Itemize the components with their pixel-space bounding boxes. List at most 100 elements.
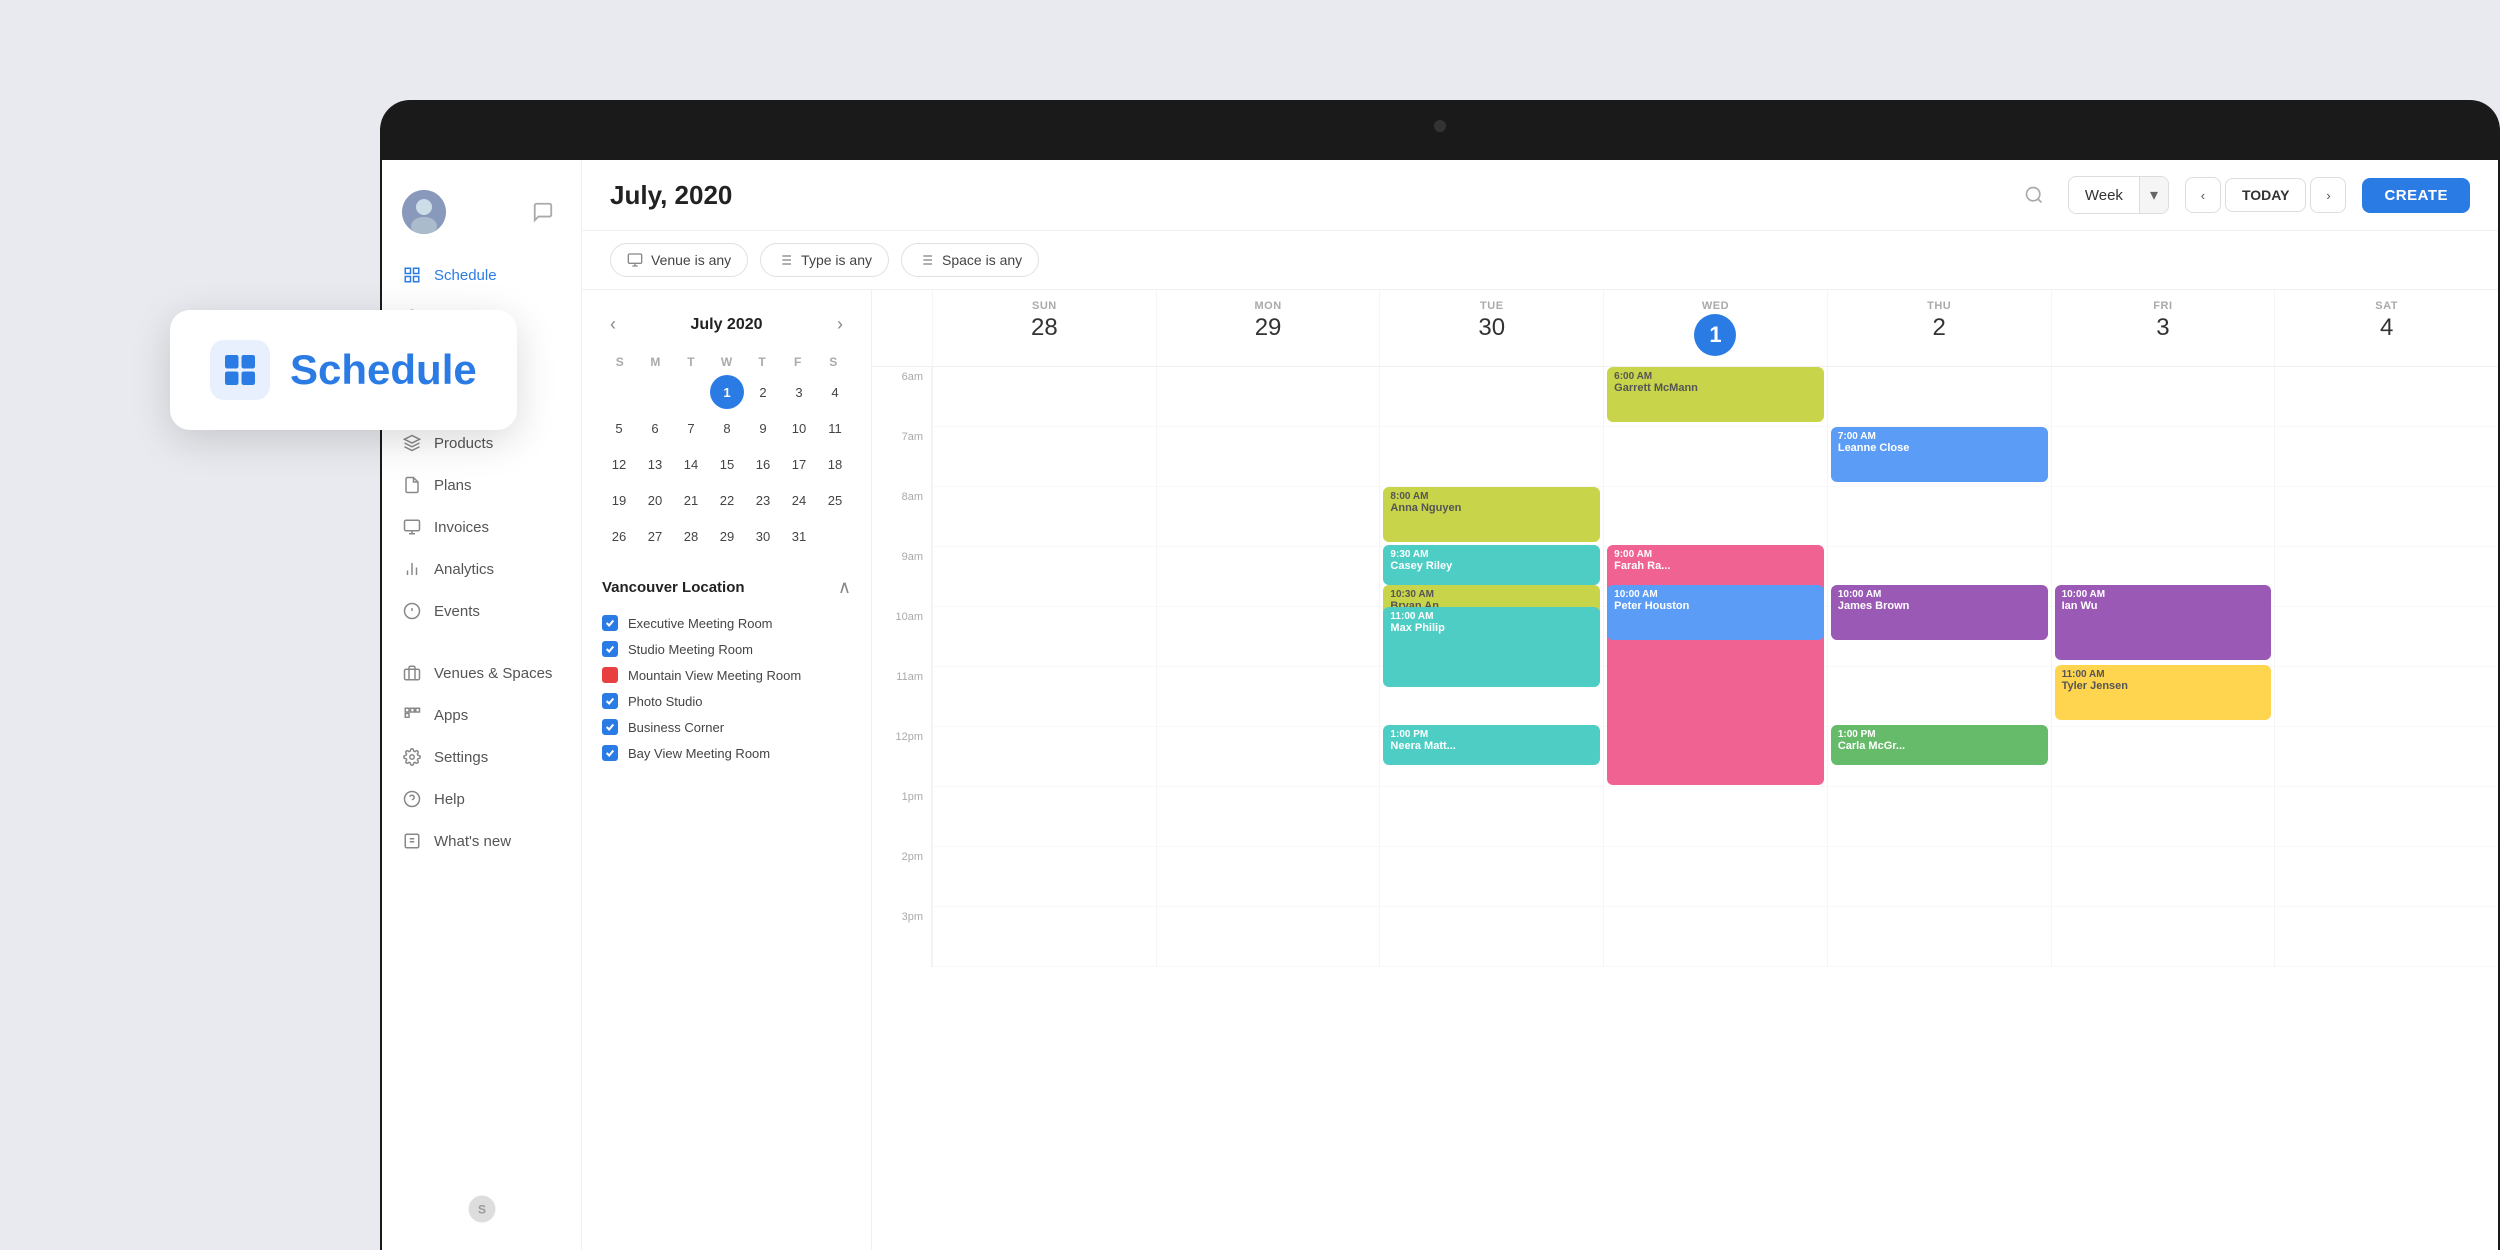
day-column[interactable]: 10:00 AMIan Wu11:00 AMTyler Jensen bbox=[2051, 367, 2275, 967]
day-cell[interactable] bbox=[1157, 847, 1380, 907]
day-cell[interactable] bbox=[2052, 787, 2275, 847]
day-cell[interactable] bbox=[2052, 907, 2275, 967]
day-cell[interactable] bbox=[2275, 367, 2498, 427]
event-block[interactable]: 9:00 AMFarah Ra... bbox=[1607, 545, 1824, 785]
sidebar-item-plans[interactable]: Plans bbox=[382, 464, 581, 506]
day-cell[interactable] bbox=[1604, 427, 1827, 487]
day-cell[interactable] bbox=[1828, 367, 2051, 427]
day-cell[interactable] bbox=[2275, 607, 2498, 667]
mini-cal-day[interactable]: 12 bbox=[602, 447, 636, 481]
mini-cal-day[interactable]: 8 bbox=[710, 411, 744, 445]
event-block[interactable]: 1:00 PMNeera Matt... bbox=[1383, 725, 1600, 765]
event-block[interactable]: 1:00 PMCarla McGr... bbox=[1831, 725, 2048, 765]
event-block[interactable]: 9:30 AMCasey Riley bbox=[1383, 545, 1600, 585]
day-cell[interactable] bbox=[1157, 667, 1380, 727]
venue-list-item[interactable]: Photo Studio bbox=[602, 688, 851, 714]
next-week-button[interactable]: › bbox=[2310, 177, 2346, 213]
event-block[interactable]: 6:00 AMGarrett McMann bbox=[1607, 367, 1824, 422]
sidebar-item-analytics[interactable]: Analytics bbox=[382, 548, 581, 590]
mini-cal-day[interactable]: 15 bbox=[710, 447, 744, 481]
mini-cal-day[interactable]: 10 bbox=[782, 411, 816, 445]
sidebar-item-invoices[interactable]: Invoices bbox=[382, 506, 581, 548]
day-column[interactable]: 6:00 AMGarrett McMann 9:00 AMFarah Ra...1… bbox=[1603, 367, 1827, 967]
day-cell[interactable] bbox=[1157, 607, 1380, 667]
venue-collapse-button[interactable]: ∧ bbox=[838, 577, 851, 598]
sidebar-item-events[interactable]: Events bbox=[382, 590, 581, 632]
mini-cal-day[interactable]: 24 bbox=[782, 483, 816, 517]
day-cell[interactable] bbox=[933, 847, 1156, 907]
venue-checkbox[interactable] bbox=[602, 641, 618, 657]
venue-checkbox[interactable] bbox=[602, 693, 618, 709]
mini-cal-day[interactable]: 25 bbox=[818, 483, 852, 517]
mini-cal-day[interactable]: 29 bbox=[710, 519, 744, 553]
mini-cal-day[interactable]: 6 bbox=[638, 411, 672, 445]
day-column[interactable] bbox=[1156, 367, 1380, 967]
day-cell[interactable] bbox=[2275, 847, 2498, 907]
day-cell[interactable] bbox=[933, 547, 1156, 607]
mini-cal-day[interactable]: 9 bbox=[746, 411, 780, 445]
event-block[interactable]: 8:00 AMAnna Nguyen bbox=[1383, 487, 1600, 542]
day-column[interactable] bbox=[2274, 367, 2498, 967]
day-column[interactable]: 8:00 AMAnna Nguyen9:30 AMCasey Riley10:3… bbox=[1379, 367, 1603, 967]
day-column[interactable] bbox=[932, 367, 1156, 967]
venue-list-item[interactable]: Bay View Meeting Room bbox=[602, 740, 851, 766]
event-block[interactable]: 11:00 AMTyler Jensen bbox=[2055, 665, 2272, 720]
sidebar-item-help[interactable]: Help bbox=[382, 778, 581, 820]
day-cell[interactable] bbox=[1380, 367, 1603, 427]
venue-filter[interactable]: Venue is any bbox=[610, 243, 748, 277]
day-cell[interactable] bbox=[933, 907, 1156, 967]
mini-cal-day[interactable]: 14 bbox=[674, 447, 708, 481]
day-cell[interactable] bbox=[2052, 367, 2275, 427]
sidebar-item-schedule[interactable]: Schedule bbox=[382, 254, 581, 296]
mini-cal-day[interactable]: 31 bbox=[782, 519, 816, 553]
mini-cal-day[interactable]: 23 bbox=[746, 483, 780, 517]
day-cell[interactable] bbox=[1604, 487, 1827, 547]
day-cell[interactable] bbox=[1380, 787, 1603, 847]
event-block[interactable]: 10:00 AMPeter Houston bbox=[1607, 585, 1824, 640]
mini-cal-day[interactable]: 1 bbox=[710, 375, 744, 409]
day-cell[interactable] bbox=[2275, 787, 2498, 847]
day-cell[interactable] bbox=[2052, 427, 2275, 487]
day-cell[interactable] bbox=[2275, 727, 2498, 787]
venue-list-item[interactable]: Executive Meeting Room bbox=[602, 610, 851, 636]
day-column[interactable]: 7:00 AMLeanne Close10:00 AMJames Brown1:… bbox=[1827, 367, 2051, 967]
sidebar-item-venues[interactable]: Venues & Spaces bbox=[382, 652, 581, 694]
mini-cal-day[interactable]: 22 bbox=[710, 483, 744, 517]
venue-checkbox[interactable] bbox=[602, 719, 618, 735]
mini-cal-day[interactable]: 5 bbox=[602, 411, 636, 445]
day-cell[interactable] bbox=[933, 487, 1156, 547]
day-cell[interactable] bbox=[1157, 487, 1380, 547]
search-button[interactable] bbox=[2016, 177, 2052, 213]
mini-cal-day[interactable]: 3 bbox=[782, 375, 816, 409]
mini-cal-day[interactable]: 4 bbox=[818, 375, 852, 409]
sidebar-item-settings[interactable]: Settings bbox=[382, 736, 581, 778]
mini-cal-day[interactable]: 18 bbox=[818, 447, 852, 481]
mini-cal-next[interactable]: › bbox=[829, 310, 851, 339]
day-cell[interactable] bbox=[933, 727, 1156, 787]
day-cell[interactable] bbox=[1604, 787, 1827, 847]
event-block[interactable]: 10:00 AMIan Wu bbox=[2055, 585, 2272, 660]
chat-icon[interactable] bbox=[525, 194, 561, 230]
venue-checkbox[interactable] bbox=[602, 615, 618, 631]
day-cell[interactable] bbox=[1828, 787, 2051, 847]
day-cell[interactable] bbox=[1157, 907, 1380, 967]
type-filter[interactable]: Type is any bbox=[760, 243, 889, 277]
mini-cal-day[interactable]: 11 bbox=[818, 411, 852, 445]
day-cell[interactable] bbox=[1604, 847, 1827, 907]
day-cell[interactable] bbox=[1828, 487, 2051, 547]
day-cell[interactable] bbox=[2275, 907, 2498, 967]
mini-cal-day[interactable]: 19 bbox=[602, 483, 636, 517]
day-cell[interactable] bbox=[2275, 427, 2498, 487]
mini-cal-day[interactable]: 27 bbox=[638, 519, 672, 553]
day-cell[interactable] bbox=[1828, 907, 2051, 967]
prev-week-button[interactable]: ‹ bbox=[2185, 177, 2221, 213]
mini-cal-day[interactable]: 28 bbox=[674, 519, 708, 553]
mini-cal-day[interactable]: 21 bbox=[674, 483, 708, 517]
mini-cal-day[interactable]: 20 bbox=[638, 483, 672, 517]
mini-cal-day[interactable]: 17 bbox=[782, 447, 816, 481]
week-dropdown-arrow[interactable]: ▾ bbox=[2139, 177, 2168, 213]
venue-list-item[interactable]: Business Corner bbox=[602, 714, 851, 740]
day-cell[interactable] bbox=[1157, 787, 1380, 847]
day-cell[interactable] bbox=[2052, 847, 2275, 907]
day-cell[interactable] bbox=[933, 667, 1156, 727]
